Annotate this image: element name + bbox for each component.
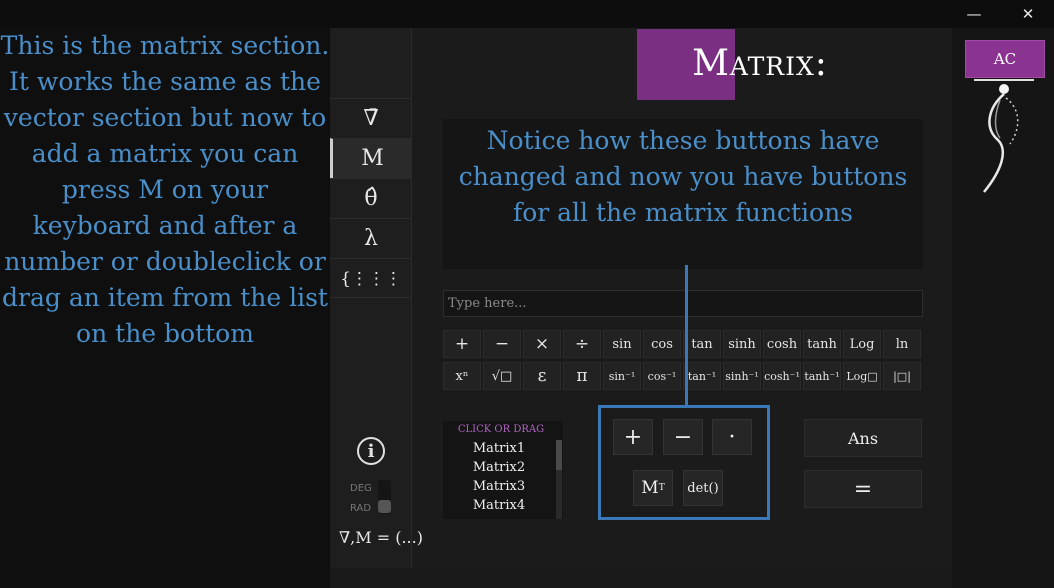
all-clear-button[interactable]: AC: [965, 40, 1045, 78]
abs-key[interactable]: |□|: [883, 362, 921, 390]
list-item[interactable]: Matrix3: [443, 479, 555, 494]
matrix-subtract-key[interactable]: −: [663, 419, 703, 455]
add-key[interactable]: +: [443, 330, 481, 358]
list-header: CLICK OR DRAG: [457, 424, 545, 435]
page-title: Matrix:: [692, 43, 828, 84]
divide-key[interactable]: ÷: [563, 330, 601, 358]
matrix-add-key[interactable]: +: [613, 419, 653, 455]
tanh-key[interactable]: tanh: [803, 330, 841, 358]
log-key[interactable]: Log: [843, 330, 881, 358]
equals-button[interactable]: =: [804, 470, 922, 508]
cosh-key[interactable]: cosh: [763, 330, 801, 358]
sqrt-key[interactable]: √□: [483, 362, 521, 390]
atan-key[interactable]: tan⁻¹: [683, 362, 721, 390]
list-scrollbar[interactable]: [556, 440, 562, 519]
ans-button[interactable]: Ans: [804, 419, 922, 457]
list-item[interactable]: Matrix1: [443, 441, 555, 456]
pin-decoration-icon: [983, 84, 1019, 575]
rail-divider: [330, 297, 412, 298]
tan-key[interactable]: tan: [683, 330, 721, 358]
notice-box: Notice how these buttons have changed an…: [443, 119, 923, 269]
deg-label: DEG: [350, 483, 372, 494]
toggle-knob: [378, 500, 391, 513]
cos-key[interactable]: cos: [643, 330, 681, 358]
expression-input[interactable]: [443, 290, 923, 317]
pi-key[interactable]: π: [563, 362, 601, 390]
sinh-key[interactable]: sinh: [723, 330, 761, 358]
power-key[interactable]: xⁿ: [443, 362, 481, 390]
scroll-thumb[interactable]: [556, 440, 562, 470]
tutorial-text: This is the matrix section. It works the…: [0, 31, 330, 348]
log-base-key[interactable]: Log□: [843, 362, 881, 390]
info-icon[interactable]: i: [357, 437, 385, 465]
angle-mode-toggle[interactable]: [378, 480, 391, 514]
rail-item-list[interactable]: {⋮⋮⋮: [330, 258, 412, 298]
list-item[interactable]: Matrix2: [443, 460, 555, 475]
callout-line: [685, 265, 688, 406]
bottom-strip: [330, 568, 1054, 588]
transpose-key[interactable]: MT: [633, 470, 673, 506]
ln-key[interactable]: ln: [883, 330, 921, 358]
minimize-icon[interactable]: —: [954, 2, 994, 26]
epsilon-key[interactable]: ε: [523, 362, 561, 390]
rail-item-matrix[interactable]: M: [330, 138, 412, 178]
list-item[interactable]: Matrix4: [443, 498, 555, 513]
acosh-key[interactable]: cosh⁻¹: [763, 362, 801, 390]
matrix-list: CLICK OR DRAG Matrix1 Matrix2 Matrix3 Ma…: [443, 421, 563, 519]
transpose-label: M: [641, 478, 659, 498]
status-line: ∇̄,M = (...): [339, 528, 423, 547]
rail-item-theta[interactable]: θ̂: [330, 178, 412, 218]
asin-key[interactable]: sin⁻¹: [603, 362, 641, 390]
transpose-sup: T: [658, 483, 665, 493]
close-icon[interactable]: ✕: [1008, 2, 1048, 26]
notice-text: Notice how these buttons have changed an…: [458, 126, 908, 227]
tutorial-panel: This is the matrix section. It works the…: [0, 28, 330, 588]
subtract-key[interactable]: −: [483, 330, 521, 358]
rad-label: RAD: [350, 503, 372, 514]
determinant-key[interactable]: det(): [683, 470, 723, 506]
sin-key[interactable]: sin: [603, 330, 641, 358]
acos-key[interactable]: cos⁻¹: [643, 362, 681, 390]
rail-item-vector[interactable]: ∇̄: [330, 98, 412, 138]
mode-rail: ∇̄ M θ̂ λ {⋮⋮⋮ i DEG RAD: [330, 28, 412, 568]
function-row-1: + − × ÷ sin cos tan sinh cosh tanh Log l…: [443, 330, 923, 358]
right-panel: AC: [952, 28, 1054, 588]
atanh-key[interactable]: tanh⁻¹: [803, 362, 841, 390]
multiply-key[interactable]: ×: [523, 330, 561, 358]
rail-item-lambda[interactable]: λ: [330, 218, 412, 258]
asinh-key[interactable]: sinh⁻¹: [723, 362, 761, 390]
function-row-2: xⁿ √□ ε π sin⁻¹ cos⁻¹ tan⁻¹ sinh⁻¹ cosh⁻…: [443, 362, 923, 390]
matrix-dot-key[interactable]: ·: [712, 419, 752, 455]
calculator-app: ∇̄ M θ̂ λ {⋮⋮⋮ i DEG RAD Matrix: Notice …: [330, 28, 1054, 588]
